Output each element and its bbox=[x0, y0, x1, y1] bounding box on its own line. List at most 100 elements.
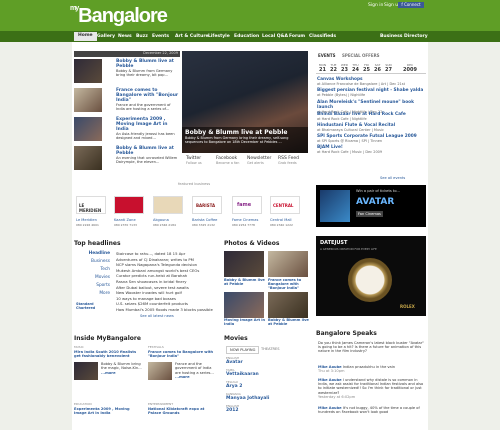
nav-home[interactable]: Home bbox=[74, 32, 97, 41]
speaks-question[interactable]: Do you think James Cameron's latest bloc… bbox=[318, 341, 426, 354]
day-fri[interactable]: FRI 25 bbox=[362, 63, 371, 74]
headline-cat-movies[interactable]: Movies bbox=[88, 275, 110, 280]
ad-cta[interactable]: Fan Cinemas bbox=[356, 211, 383, 217]
headline-cat-tech[interactable]: Tech bbox=[88, 267, 110, 272]
event-item[interactable]: Bhindi Bazaar live at Hard Rock Cafe at H… bbox=[317, 112, 426, 121]
photo-thumb[interactable] bbox=[268, 292, 308, 318]
story-item[interactable]: Bobby & Blumm live at Pebble Bobby & Blum… bbox=[116, 59, 180, 78]
see-all-news-link[interactable]: See all latest news bbox=[140, 314, 174, 318]
business-name[interactable]: Kaanti Zone bbox=[114, 218, 136, 222]
business-name[interactable]: Akgouna bbox=[153, 218, 169, 222]
business-logo[interactable]: CENTRAL bbox=[270, 196, 300, 214]
movie-title[interactable]: Avatar bbox=[226, 360, 243, 365]
headline-cat-headline[interactable]: Headline bbox=[88, 251, 110, 256]
nav-classifieds[interactable]: Classifieds bbox=[309, 34, 336, 39]
story-thumb[interactable] bbox=[74, 146, 102, 170]
photo-thumb[interactable] bbox=[268, 251, 308, 277]
inside-item[interactable]: National Kiblatcraft expo at Palace Grou… bbox=[148, 407, 216, 415]
rss-feed-link[interactable]: RSS Feed Grab feeds bbox=[278, 156, 299, 165]
nav-education[interactable]: Education bbox=[234, 34, 259, 39]
movie-title[interactable]: Arya 2 bbox=[226, 384, 242, 389]
story-thumb[interactable] bbox=[74, 117, 102, 141]
inside-thumb[interactable] bbox=[148, 362, 172, 380]
photo-thumb[interactable] bbox=[224, 292, 264, 318]
event-item[interactable]: SPI Sports Corporate Futsal League 2009 a… bbox=[317, 134, 426, 143]
tab-special-offers[interactable]: SPECIAL OFFERS bbox=[342, 53, 380, 58]
nav-buzz[interactable]: Buzz bbox=[136, 34, 148, 39]
day-sun[interactable]: SUN 27 bbox=[384, 63, 393, 74]
sponsor-logo[interactable]: Standard Chartered bbox=[76, 302, 106, 310]
nav-events[interactable]: Events bbox=[152, 34, 169, 39]
business-logo[interactable] bbox=[114, 196, 144, 214]
day-wed[interactable]: WED 23 bbox=[340, 63, 349, 74]
nav-local-qa[interactable]: Local Q&A bbox=[262, 34, 288, 39]
headline-item[interactable]: How Mumbai's 2005 floods made 3 blocks p… bbox=[116, 307, 220, 313]
nav-business-directory[interactable]: Business Directory bbox=[380, 34, 428, 39]
day-sat[interactable]: SAT 26 bbox=[373, 63, 382, 74]
rolex-ad[interactable]: DATEJUST A GENEROUS CREATION FOR EVERY L… bbox=[316, 236, 426, 316]
nav-news[interactable]: News bbox=[118, 34, 132, 39]
photo-caption[interactable]: Moving Image Art in India bbox=[224, 318, 266, 326]
speaks-answer: Mike Aoube I understand why distale is s… bbox=[318, 378, 424, 399]
newsletter-link[interactable]: Newsletter Get alerts bbox=[247, 156, 271, 165]
event-item[interactable]: Hindustani Flute & Vocal Recital at Bhaim… bbox=[317, 123, 426, 132]
inside-item[interactable]: France comes to Bangalore with "Bonjour … bbox=[148, 350, 216, 358]
inside-desc: France and the government of India are h… bbox=[175, 362, 214, 379]
tab-theatres[interactable]: THEATRES bbox=[258, 346, 283, 352]
nav-forum[interactable]: Forum bbox=[289, 34, 305, 39]
sign-in-link[interactable]: Sign in bbox=[368, 3, 383, 8]
business-name[interactable]: Barista Coffee bbox=[192, 218, 217, 222]
inside-cat: ENTERTAINMENT bbox=[148, 402, 174, 406]
story-item[interactable]: Experimenta 2009 , Moving Image Art in I… bbox=[116, 117, 180, 141]
event-item[interactable]: Biggest persian festival night - Shabe y… bbox=[317, 88, 426, 97]
event-item[interactable]: Canvas Workshops at Alliance Francaise de… bbox=[317, 77, 426, 86]
movies-title: Movies bbox=[224, 335, 248, 342]
avatar-ad[interactable]: Win a pair of tickets to... AVATAR Fan C… bbox=[316, 185, 426, 227]
nav-art-culture[interactable]: Art & Culture bbox=[175, 34, 209, 39]
business-logo[interactable]: LE MERIDIEN bbox=[76, 196, 106, 214]
business-logo[interactable]: fame bbox=[232, 196, 262, 214]
facebook-connect-button[interactable]: f Connect bbox=[398, 2, 424, 8]
business-phone: 080 2254 7778 bbox=[232, 223, 255, 227]
nav-lifestyle[interactable]: Lifestyle bbox=[208, 34, 230, 39]
hero-caption[interactable]: Bobby & Blumm live at Pebble Bobby & Blum… bbox=[182, 127, 308, 153]
inside-desc: Bobby & Blumm bring the magic, Noise-Kin… bbox=[101, 362, 142, 375]
business-name[interactable]: Le Meridien bbox=[76, 218, 97, 222]
story-thumb[interactable] bbox=[74, 88, 102, 112]
inside-item[interactable]: Experimenta 2009 , Moving Image Art in I… bbox=[74, 407, 142, 415]
business-logo[interactable] bbox=[153, 196, 183, 214]
photo-caption[interactable]: France comes to Bangalore with "Bonjour … bbox=[268, 278, 310, 291]
photo-caption[interactable]: Bobby & Blumm live at Pebble bbox=[224, 278, 266, 286]
tab-now-playing[interactable]: NOW PLAYING bbox=[226, 346, 260, 354]
see-all-events-link[interactable]: See all events bbox=[380, 176, 405, 180]
movie-title[interactable]: 2012 bbox=[226, 408, 239, 413]
nav-gallery[interactable]: Gallery bbox=[97, 34, 115, 39]
day-mon[interactable]: MON 21 bbox=[318, 63, 327, 74]
inside-cat: MUSIC bbox=[74, 345, 84, 349]
event-item[interactable]: BJAM Live! at Hard Rock Cafe | Music | De… bbox=[317, 145, 426, 154]
movie-title[interactable]: Vettaikaaran bbox=[226, 372, 259, 377]
story-thumb[interactable] bbox=[74, 59, 102, 83]
calendar-month[interactable]: DEC 2009 bbox=[400, 63, 420, 74]
movie-title[interactable]: Manyaa Jothayali bbox=[226, 396, 269, 401]
business-logo[interactable]: BARISTA bbox=[192, 196, 222, 214]
business-name[interactable]: Central Mall bbox=[270, 218, 292, 222]
photo-caption[interactable]: Bobby & Blumm live at Pebble bbox=[268, 318, 310, 326]
story-item[interactable]: Bobby & Blumm live at Pebble An evening t… bbox=[116, 146, 180, 165]
business-name[interactable]: Fame Cinemas bbox=[232, 218, 258, 222]
twitter-link[interactable]: Twitter Follow us bbox=[186, 156, 202, 165]
headline-cat-business[interactable]: Business bbox=[88, 259, 110, 264]
tab-events[interactable]: EVENTS bbox=[318, 53, 336, 58]
headline-list: Staircase to rahu..., dated 18 15 Apr Ad… bbox=[116, 251, 220, 313]
day-thu[interactable]: THU 24 bbox=[351, 63, 360, 74]
site-logo[interactable]: myBangalore bbox=[70, 5, 168, 28]
inside-thumb[interactable] bbox=[74, 362, 98, 380]
photo-thumb[interactable] bbox=[224, 251, 264, 277]
facebook-link[interactable]: Facebook Become a fan bbox=[216, 156, 239, 165]
day-tue[interactable]: TUE 22 bbox=[329, 63, 338, 74]
story-item[interactable]: France comes to Bangalore with "Bonjour … bbox=[116, 88, 180, 112]
headline-cat-more[interactable]: More bbox=[88, 291, 110, 296]
ad-tagline: Win a pair of tickets to... bbox=[356, 189, 400, 193]
inside-item[interactable]: Mira India South 2010 finalists get fash… bbox=[74, 350, 142, 358]
headline-cat-sports[interactable]: Sports bbox=[88, 283, 110, 288]
